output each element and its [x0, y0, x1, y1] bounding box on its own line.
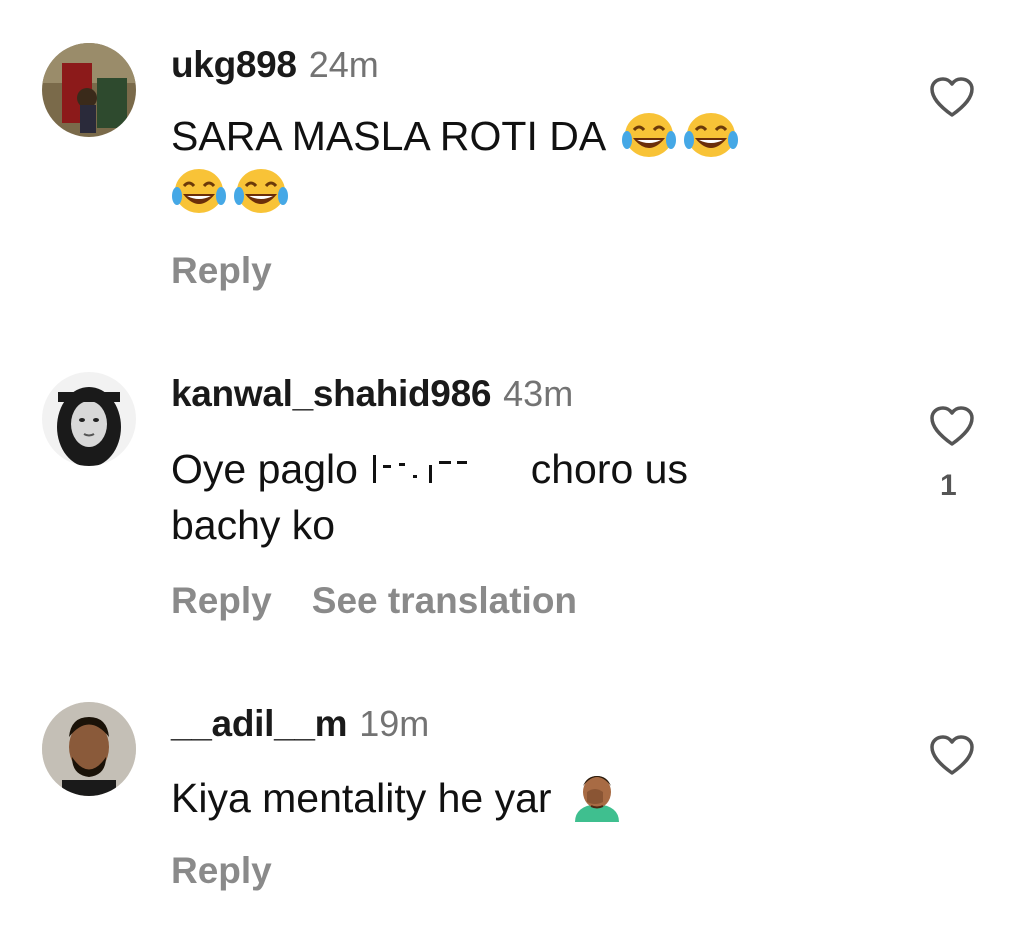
heart-outline-icon[interactable]	[928, 75, 976, 119]
comment-text-line2: bachy ko	[171, 502, 336, 548]
comment-text: Kiya mentality he yar	[171, 770, 831, 826]
avatar[interactable]	[42, 702, 136, 796]
avatar[interactable]	[42, 372, 136, 466]
reply-button[interactable]: Reply	[171, 580, 272, 621]
redacted-word	[369, 445, 520, 483]
comment-timestamp: 43m	[503, 373, 574, 414]
comment-text: Oye paglo choro us bachy ko	[171, 441, 831, 553]
comment-timestamp: 24m	[308, 44, 379, 85]
comment-timestamp: 19m	[359, 703, 430, 744]
heart-outline-icon[interactable]	[928, 733, 976, 777]
comment-text-content: Kiya mentality he yar	[171, 775, 552, 821]
comment-text-content: SARA MASLA ROTI DA	[171, 113, 604, 159]
man-facepalming-emoji	[569, 772, 625, 822]
comment-username[interactable]: kanwal_shahid986	[171, 373, 491, 414]
reply-button[interactable]: Reply	[171, 850, 272, 891]
tears-of-joy-emoji	[171, 166, 227, 216]
see-translation-button[interactable]: See translation	[312, 580, 577, 621]
heart-outline-icon[interactable]	[928, 404, 976, 448]
comment-username[interactable]: ukg898	[171, 44, 297, 85]
tears-of-joy-emoji	[233, 166, 289, 216]
comment-username[interactable]: __adil__m	[171, 703, 348, 744]
like-count: 1	[940, 469, 957, 502]
comment-text-after: choro us	[530, 446, 688, 492]
tears-of-joy-emoji	[621, 110, 677, 160]
avatar[interactable]	[42, 43, 136, 137]
comment-text-before: Oye paglo	[171, 446, 358, 492]
comment-text: SARA MASLA ROTI DA	[171, 108, 831, 220]
reply-button[interactable]: Reply	[171, 250, 272, 291]
tears-of-joy-emoji	[683, 110, 739, 160]
